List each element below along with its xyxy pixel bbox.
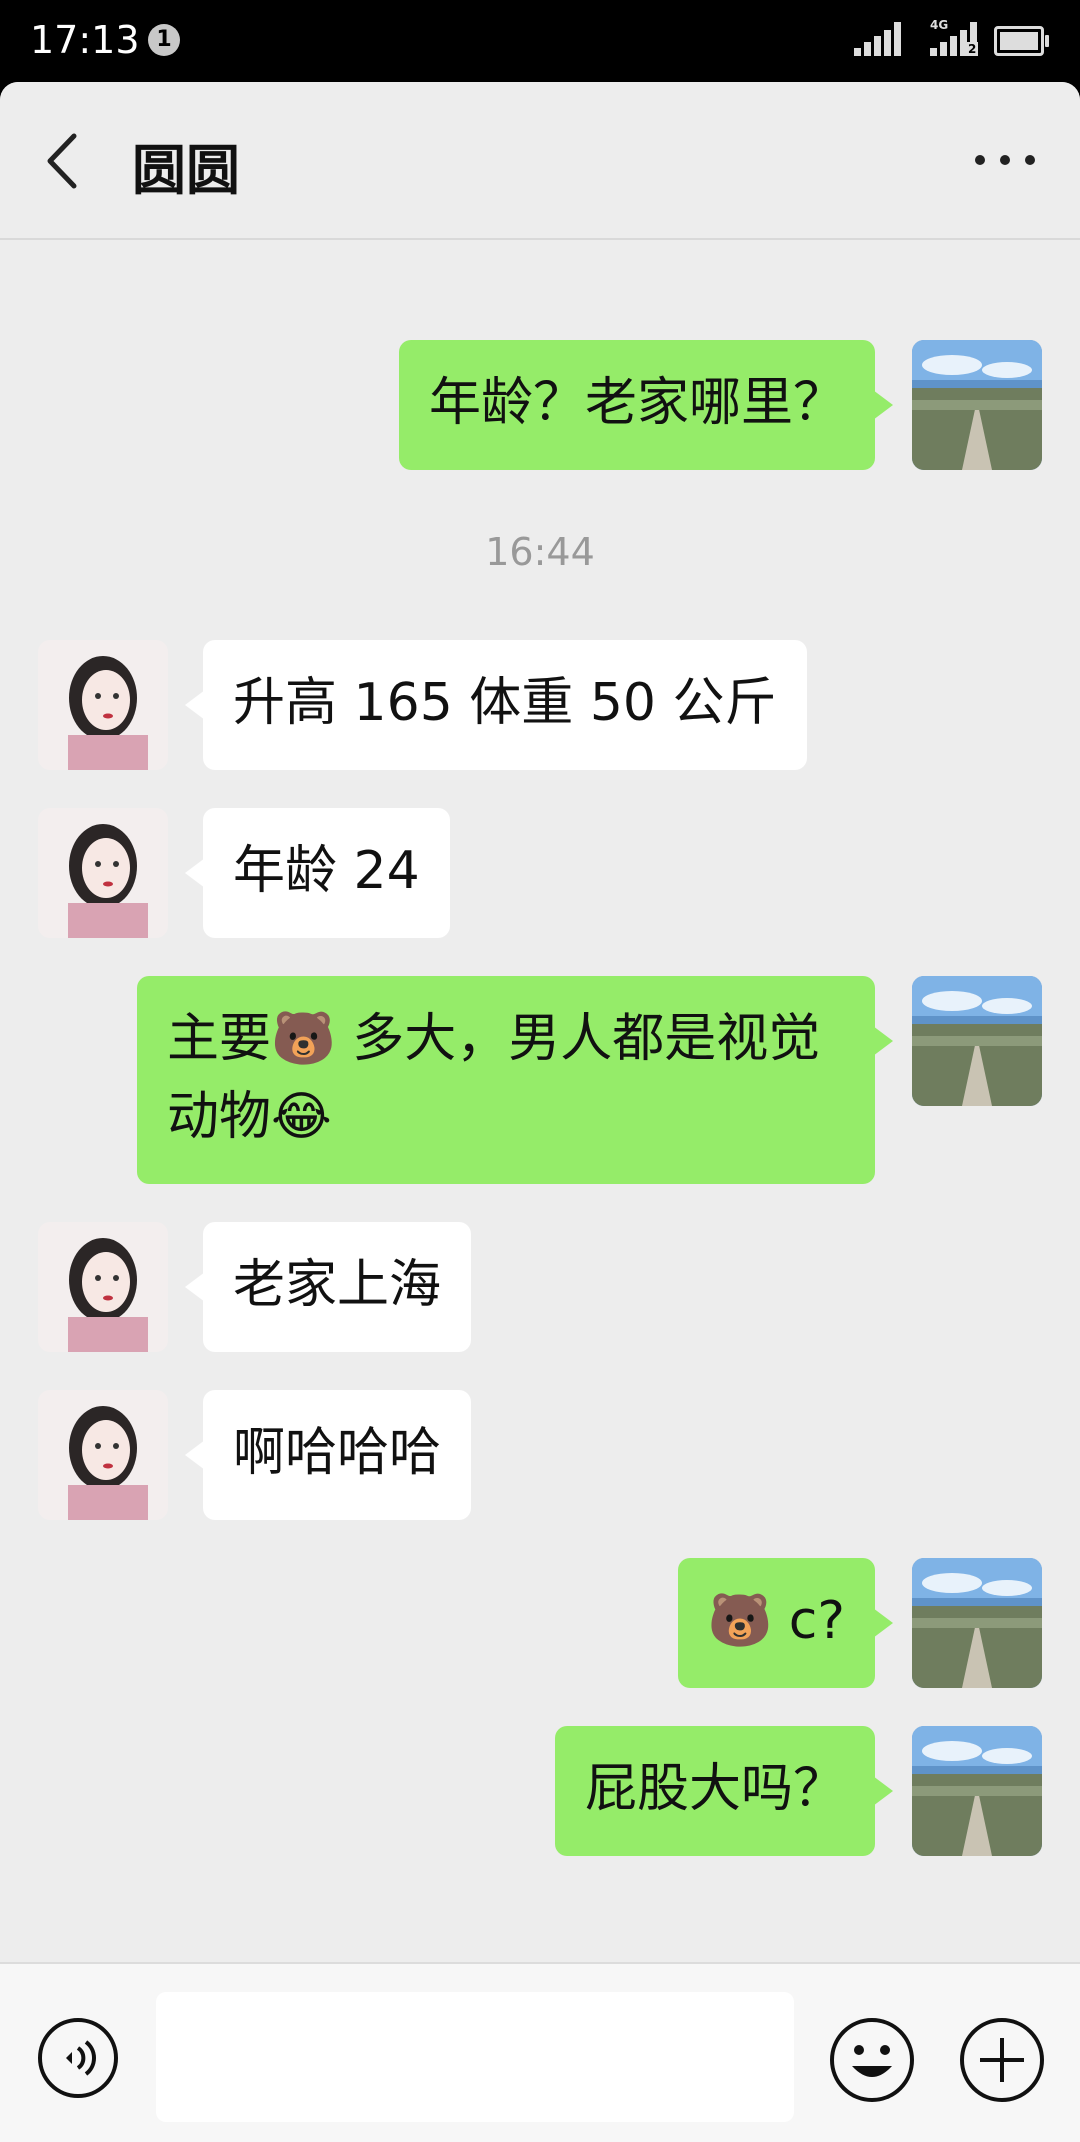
signal-icon — [854, 22, 902, 56]
emoji-button[interactable] — [828, 2016, 916, 2104]
my-avatar[interactable] — [912, 340, 1042, 470]
message-bubble-outgoing[interactable]: 🐻 c? — [677, 1558, 894, 1688]
contact-avatar[interactable] — [38, 1390, 168, 1520]
battery-icon — [994, 26, 1049, 56]
more-functions-button[interactable] — [958, 2016, 1046, 2104]
landscape-avatar-image — [912, 1558, 1042, 1688]
status-time: 17:13 — [30, 18, 140, 62]
landscape-avatar-image — [912, 340, 1042, 470]
more-dots-icon — [975, 155, 1035, 165]
my-avatar[interactable] — [912, 1726, 1042, 1856]
contact-avatar[interactable] — [38, 640, 168, 770]
voice-button[interactable] — [36, 2016, 120, 2100]
my-avatar[interactable] — [912, 976, 1042, 1106]
message-bubble-outgoing[interactable]: 屁股大吗？ — [554, 1726, 894, 1856]
portrait-avatar-image — [38, 808, 168, 938]
chat-app: 圆圆 年龄？老家哪里？ 16:44 升高 165 体重 50 公斤 年龄 24 … — [0, 82, 1080, 2142]
landscape-avatar-image — [912, 1726, 1042, 1856]
message-list[interactable]: 年龄？老家哪里？ 16:44 升高 165 体重 50 公斤 年龄 24 主要🐻… — [0, 240, 1080, 1892]
timestamp-divider: 16:44 — [485, 530, 595, 574]
chat-title: 圆圆 — [132, 139, 240, 202]
my-avatar[interactable] — [912, 1558, 1042, 1688]
message-bubble-incoming[interactable]: 老家上海 — [184, 1222, 472, 1352]
chevron-left-icon — [47, 133, 77, 189]
more-button[interactable] — [970, 140, 1040, 180]
emoji-icon — [830, 2018, 914, 2102]
voice-icon — [38, 2018, 118, 2098]
sim-slot-label: 2 — [966, 42, 979, 56]
message-bubble-incoming[interactable]: 年龄 24 — [185, 808, 450, 938]
portrait-avatar-image — [38, 640, 168, 770]
message-bubble-incoming[interactable]: 啊哈哈哈 — [184, 1390, 472, 1520]
landscape-avatar-image — [912, 976, 1042, 1106]
message-bubble-incoming[interactable]: 升高 165 体重 50 公斤 — [185, 640, 807, 770]
portrait-avatar-image — [38, 1390, 168, 1520]
message-input[interactable] — [156, 1992, 794, 2122]
message-bubble-outgoing[interactable]: 主要🐻 多大，男人都是视觉 动物😂 — [137, 976, 893, 1184]
plus-icon — [960, 2018, 1044, 2102]
contact-avatar[interactable] — [38, 1222, 168, 1352]
input-bar — [0, 1962, 1080, 2142]
portrait-avatar-image — [38, 1222, 168, 1352]
notification-badge: 1 — [148, 24, 180, 56]
message-bubble-outgoing[interactable]: 年龄？老家哪里？ — [398, 340, 894, 470]
back-button[interactable] — [30, 126, 100, 196]
contact-avatar[interactable] — [38, 808, 168, 938]
status-bar: 17:13 1 4G 2 — [0, 0, 1080, 82]
chat-header: 圆圆 — [0, 82, 1080, 240]
